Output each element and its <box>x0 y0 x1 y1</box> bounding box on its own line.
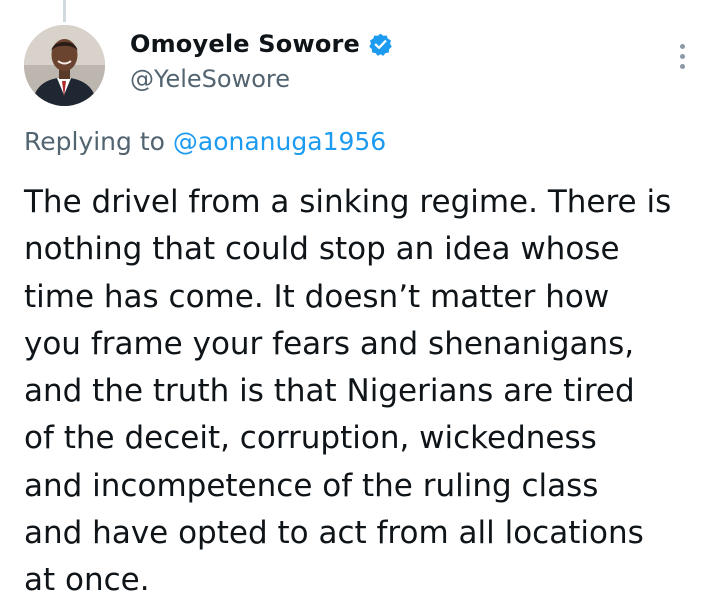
tweet-text-line: of the deceit, corruption, wickedness <box>24 420 597 457</box>
tweet-text-line: and incompetence of the ruling class <box>24 467 599 504</box>
thread-connector-line <box>63 0 66 22</box>
tweet-text-line: time has come. It doesn’t matter how <box>24 278 610 315</box>
avatar[interactable] <box>24 25 105 106</box>
more-options-button[interactable] <box>670 40 694 72</box>
more-vertical-icon-dot <box>679 63 685 69</box>
replying-to-prefix: Replying to <box>24 127 165 156</box>
replying-to-handle-link[interactable]: @aonanuga1956 <box>173 127 386 156</box>
tweet-text-line: at once. <box>24 562 150 599</box>
tweet-text: The drivel from a sinking regime. There … <box>24 179 714 605</box>
tweet-text-line: nothing that could stop an idea whose <box>24 231 620 268</box>
profile-photo-icon <box>24 25 105 106</box>
verified-badge-icon <box>369 33 392 56</box>
more-vertical-icon-dot <box>679 53 685 59</box>
tweet-text-line: and have opted to act from all locations <box>24 515 644 552</box>
more-vertical-icon-dot <box>679 43 685 49</box>
tweet-text-line: The drivel from a sinking regime. There … <box>24 184 672 220</box>
replying-to-line: Replying to @aonanuga1956 <box>24 127 386 156</box>
author-name-row: Omoyele Sowore <box>130 30 393 58</box>
author-handle[interactable]: @YeleSowore <box>130 65 290 93</box>
author-display-name[interactable]: Omoyele Sowore <box>130 30 360 58</box>
tweet-text-line: and the truth is that Nigerians are tire… <box>24 373 635 410</box>
tweet-text-line: you frame your fears and shenanigans, <box>24 325 635 362</box>
